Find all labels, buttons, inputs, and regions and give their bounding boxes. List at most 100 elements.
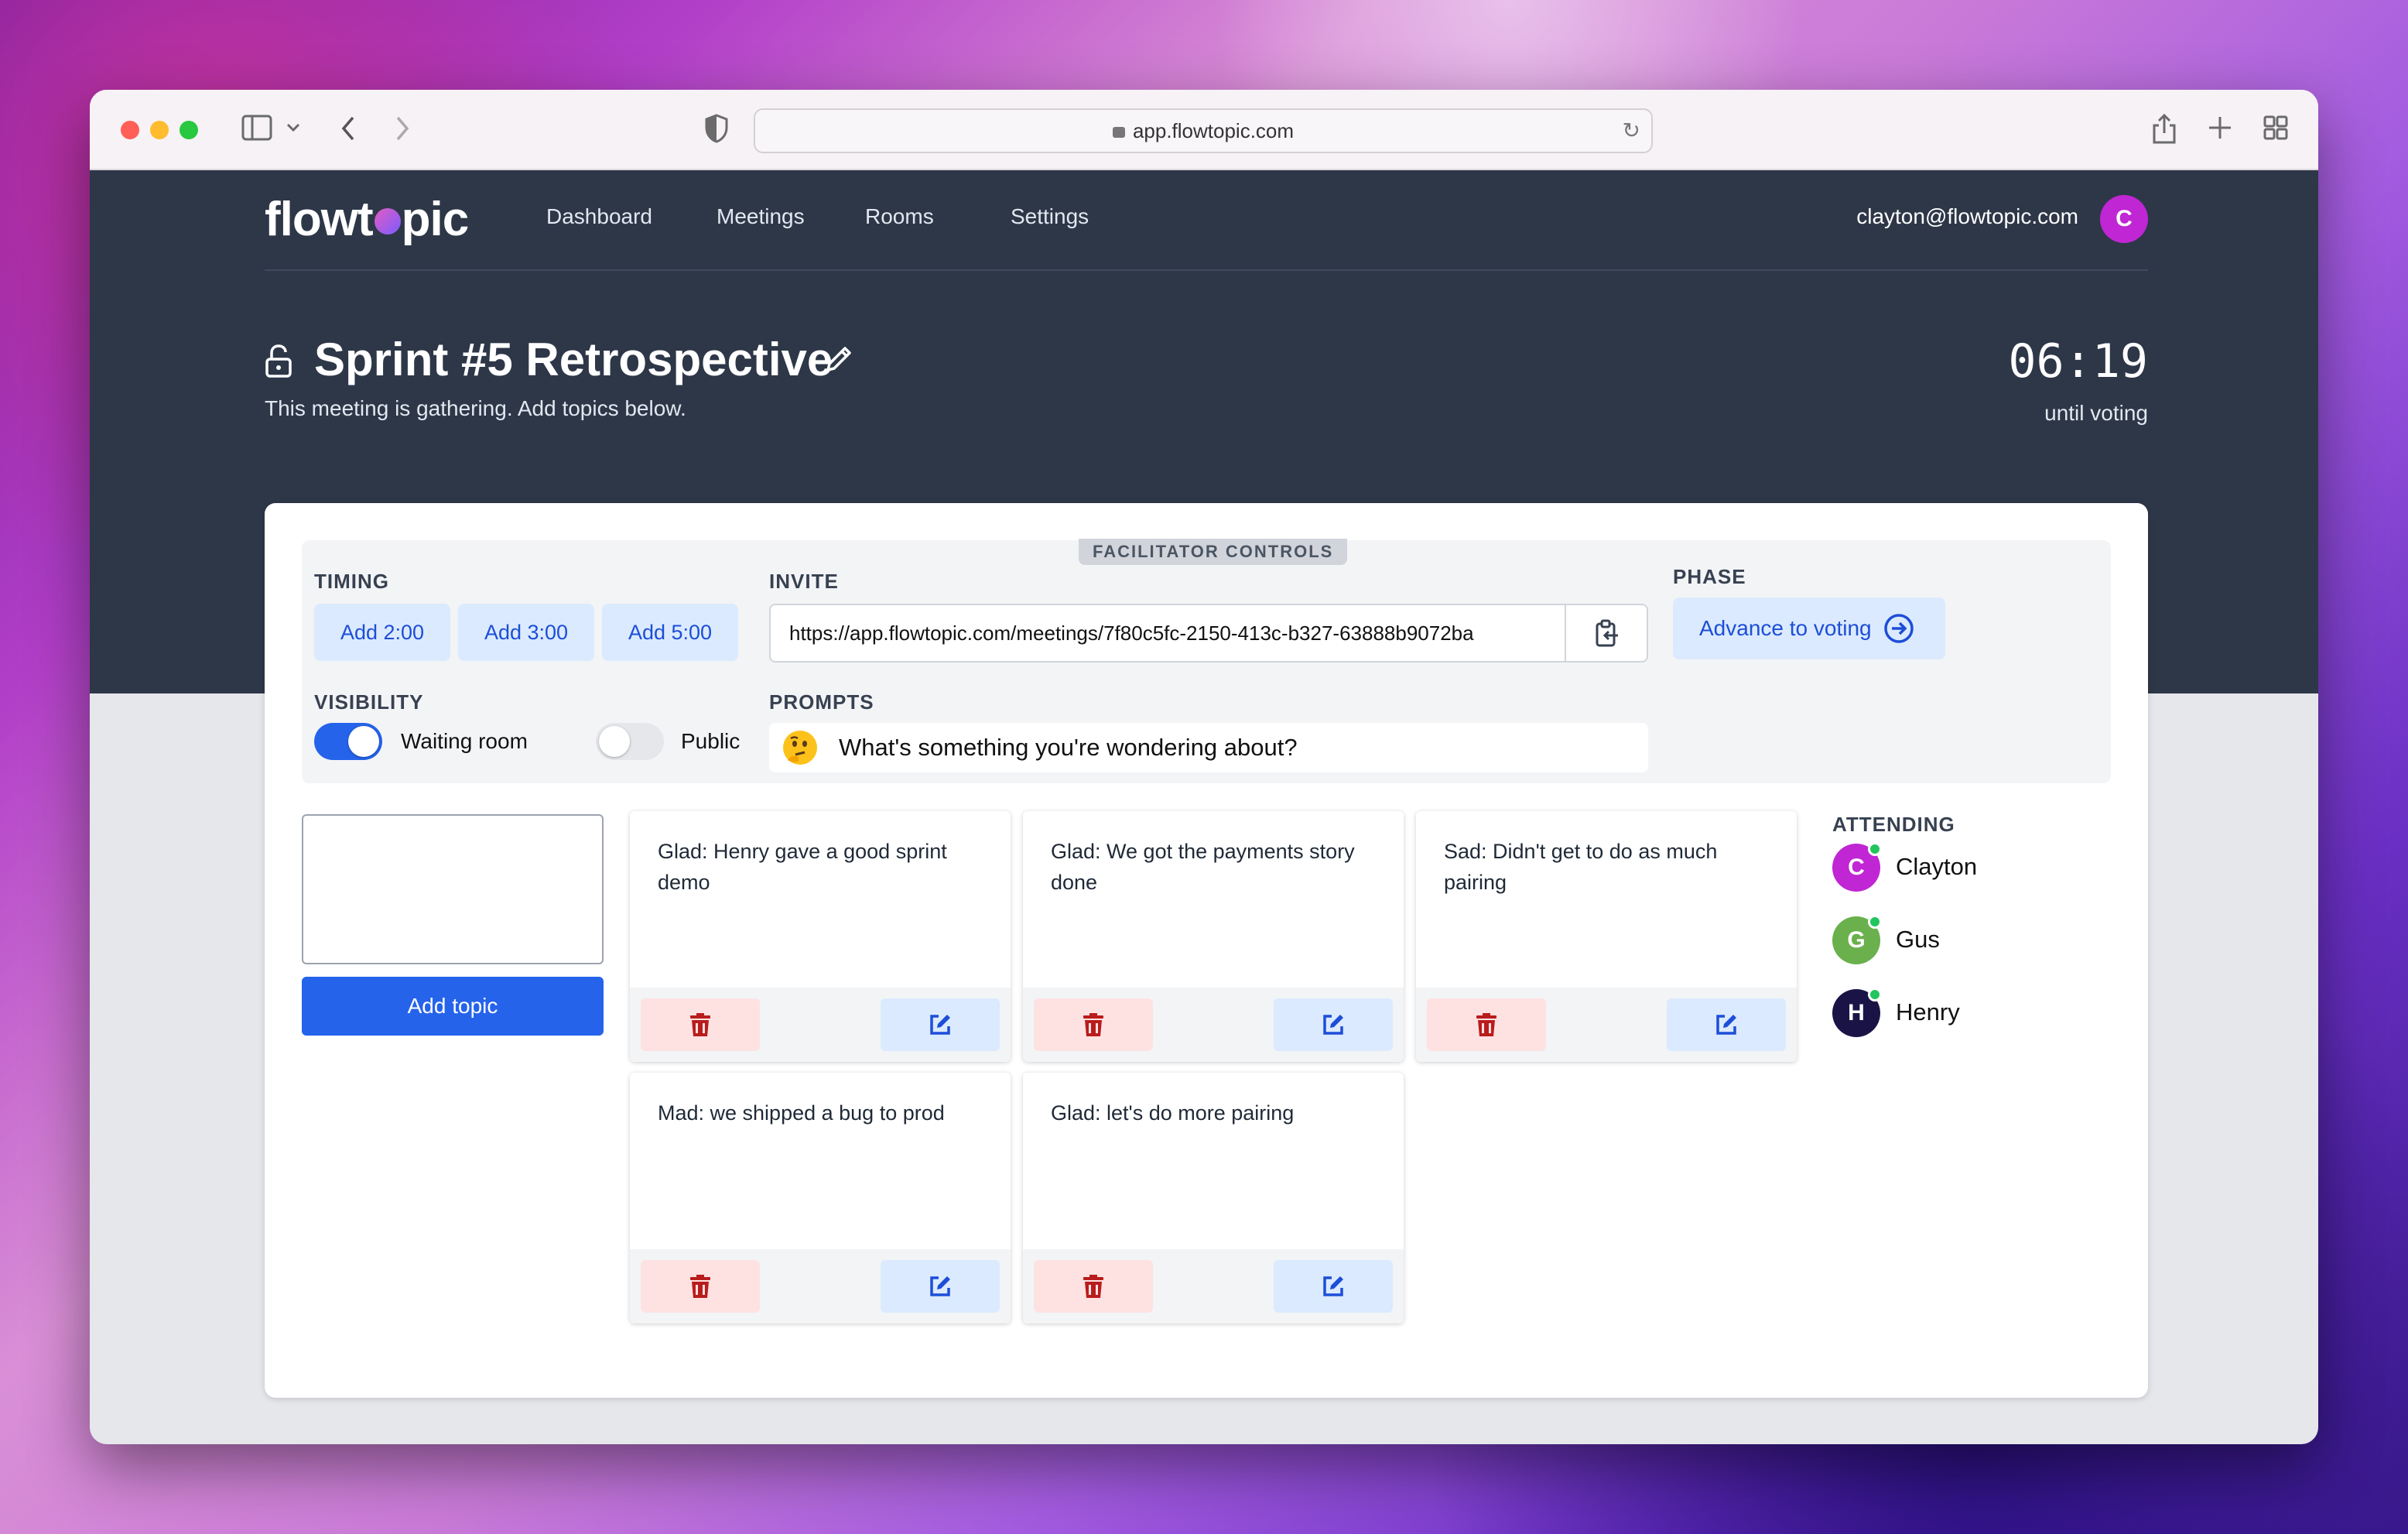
public-label: Public xyxy=(681,729,741,753)
edit-topic-button[interactable] xyxy=(881,998,1000,1051)
url-text: app.flowtopic.com xyxy=(1132,119,1295,142)
edit-topic-button[interactable] xyxy=(881,1260,1000,1313)
add-2-min-button[interactable]: Add 2:00 xyxy=(314,604,450,661)
edit-icon xyxy=(1716,1015,1736,1035)
phase-label: PHASE xyxy=(1673,565,1746,588)
edit-topic-button[interactable] xyxy=(1274,1260,1393,1313)
lock-icon xyxy=(1112,127,1125,138)
trash-icon xyxy=(690,1275,710,1298)
waiting-room-toggle[interactable] xyxy=(314,723,382,760)
topic-text: Mad: we shipped a bug to prod xyxy=(658,1101,945,1125)
meeting-status: This meeting is gathering. Add topics be… xyxy=(265,396,686,420)
thinking-face-icon xyxy=(783,731,817,765)
back-icon[interactable] xyxy=(339,115,357,149)
invite-label: INVITE xyxy=(769,570,839,593)
top-nav: flowt pic Dashboard Meetings Rooms Settin… xyxy=(265,170,2148,271)
address-bar[interactable]: app.flowtopic.com ↻ xyxy=(754,108,1653,153)
public-toggle[interactable] xyxy=(596,723,664,760)
nav-meetings[interactable]: Meetings xyxy=(717,204,805,229)
new-tab-icon[interactable] xyxy=(2207,115,2233,147)
page-title: Sprint #5 Retrospective xyxy=(314,334,833,385)
privacy-shield-icon[interactable] xyxy=(704,113,729,150)
topic-card: Sad: Didn't get to do as much pairing xyxy=(1416,811,1797,1062)
browser-window: app.flowtopic.com ↻ flowt pic Dashboard M… xyxy=(90,90,2318,1444)
visibility-label: VISIBILITY xyxy=(314,690,424,714)
online-indicator xyxy=(1868,988,1882,1002)
prompt-text: What's something you're wondering about? xyxy=(839,734,1298,761)
nav-rooms[interactable]: Rooms xyxy=(865,204,934,229)
topic-text: Glad: We got the payments story done xyxy=(1051,840,1355,894)
logo-text-start: flowt xyxy=(265,193,374,246)
attendee-name: Henry xyxy=(1896,998,1960,1026)
edit-icon xyxy=(930,1015,950,1035)
delete-topic-button[interactable] xyxy=(1427,998,1546,1051)
arrow-right-circle-icon xyxy=(1884,614,1914,643)
trash-icon xyxy=(1083,1275,1103,1298)
meeting-card: FACILITATOR CONTROLS TIMING Add 2:00 Add… xyxy=(265,503,2148,1398)
unlocked-icon[interactable] xyxy=(265,344,292,378)
topic-actions xyxy=(1023,1249,1404,1323)
sidebar-toggle-icon[interactable] xyxy=(241,115,272,147)
trash-icon xyxy=(1476,1013,1496,1036)
minimize-window-button[interactable] xyxy=(150,121,169,139)
delete-topic-button[interactable] xyxy=(641,1260,760,1313)
attendee-name: Gus xyxy=(1896,926,1940,953)
invite-url-field[interactable]: https://app.flowtopic.com/meetings/7f80c… xyxy=(769,604,1648,663)
edit-icon xyxy=(1323,1276,1343,1296)
topic-text: Glad: let's do more pairing xyxy=(1051,1101,1295,1125)
topic-text: Glad: Henry gave a good sprint demo xyxy=(658,840,947,894)
online-indicator xyxy=(1868,915,1882,929)
topic-card: Mad: we shipped a bug to prod xyxy=(630,1073,1011,1323)
add-topic-button[interactable]: Add topic xyxy=(302,977,604,1036)
edit-topic-button[interactable] xyxy=(1274,998,1393,1051)
topic-actions xyxy=(1416,988,1797,1062)
clipboard-icon xyxy=(1596,619,1618,647)
chevron-down-icon[interactable] xyxy=(285,115,302,147)
share-icon[interactable] xyxy=(2151,111,2177,152)
reload-icon[interactable]: ↻ xyxy=(1623,110,1640,152)
flowtopic-logo[interactable]: flowt pic xyxy=(265,192,470,247)
edit-icon xyxy=(930,1276,950,1296)
timer-label: until voting xyxy=(2044,401,2148,425)
topic-card: Glad: Henry gave a good sprint demo xyxy=(630,811,1011,1062)
delete-topic-button[interactable] xyxy=(1034,998,1153,1051)
new-topic-textarea[interactable] xyxy=(302,814,604,964)
edit-icon xyxy=(1323,1015,1343,1035)
advance-label: Advance to voting xyxy=(1699,616,1872,640)
topic-card: Glad: let's do more pairing xyxy=(1023,1073,1404,1323)
attendee-name: Clayton xyxy=(1896,853,1978,880)
user-email[interactable]: clayton@flowtopic.com xyxy=(1856,204,2078,229)
nav-dashboard[interactable]: Dashboard xyxy=(546,204,652,229)
topic-actions xyxy=(630,988,1011,1062)
online-indicator xyxy=(1868,842,1882,856)
user-avatar[interactable]: C xyxy=(2100,195,2148,243)
logo-text-end: pic xyxy=(401,193,470,246)
app-page: flowt pic Dashboard Meetings Rooms Settin… xyxy=(90,170,2318,1444)
forward-icon[interactable] xyxy=(393,115,412,149)
add-3-min-button[interactable]: Add 3:00 xyxy=(458,604,594,661)
countdown-timer: 06:19 xyxy=(2008,334,2148,389)
topic-text: Sad: Didn't get to do as much pairing xyxy=(1444,840,1718,894)
waiting-room-label: Waiting room xyxy=(401,729,528,753)
facilitator-badge: FACILITATOR CONTROLS xyxy=(1079,539,1348,565)
facilitator-controls: FACILITATOR CONTROLS TIMING Add 2:00 Add… xyxy=(302,539,2111,783)
browser-toolbar: app.flowtopic.com ↻ xyxy=(90,90,2318,170)
invite-url-text: https://app.flowtopic.com/meetings/7f80c… xyxy=(789,621,1474,645)
advance-to-voting-button[interactable]: Advance to voting xyxy=(1673,598,1945,659)
edit-title-pencil-icon[interactable] xyxy=(822,342,856,376)
prompts-label: PROMPTS xyxy=(769,690,874,714)
topic-actions xyxy=(1023,988,1404,1062)
topic-card: Glad: We got the payments story done xyxy=(1023,811,1404,1062)
logo-dot-icon xyxy=(374,207,401,235)
delete-topic-button[interactable] xyxy=(1034,1260,1153,1313)
edit-topic-button[interactable] xyxy=(1667,998,1786,1051)
trash-icon xyxy=(690,1013,710,1036)
zoom-window-button[interactable] xyxy=(180,121,198,139)
tab-overview-icon[interactable] xyxy=(2263,115,2289,147)
close-window-button[interactable] xyxy=(121,121,139,139)
copy-invite-button[interactable] xyxy=(1565,605,1647,661)
nav-settings[interactable]: Settings xyxy=(1011,204,1089,229)
add-5-min-button[interactable]: Add 5:00 xyxy=(602,604,738,661)
timing-label: TIMING xyxy=(314,570,389,593)
delete-topic-button[interactable] xyxy=(641,998,760,1051)
